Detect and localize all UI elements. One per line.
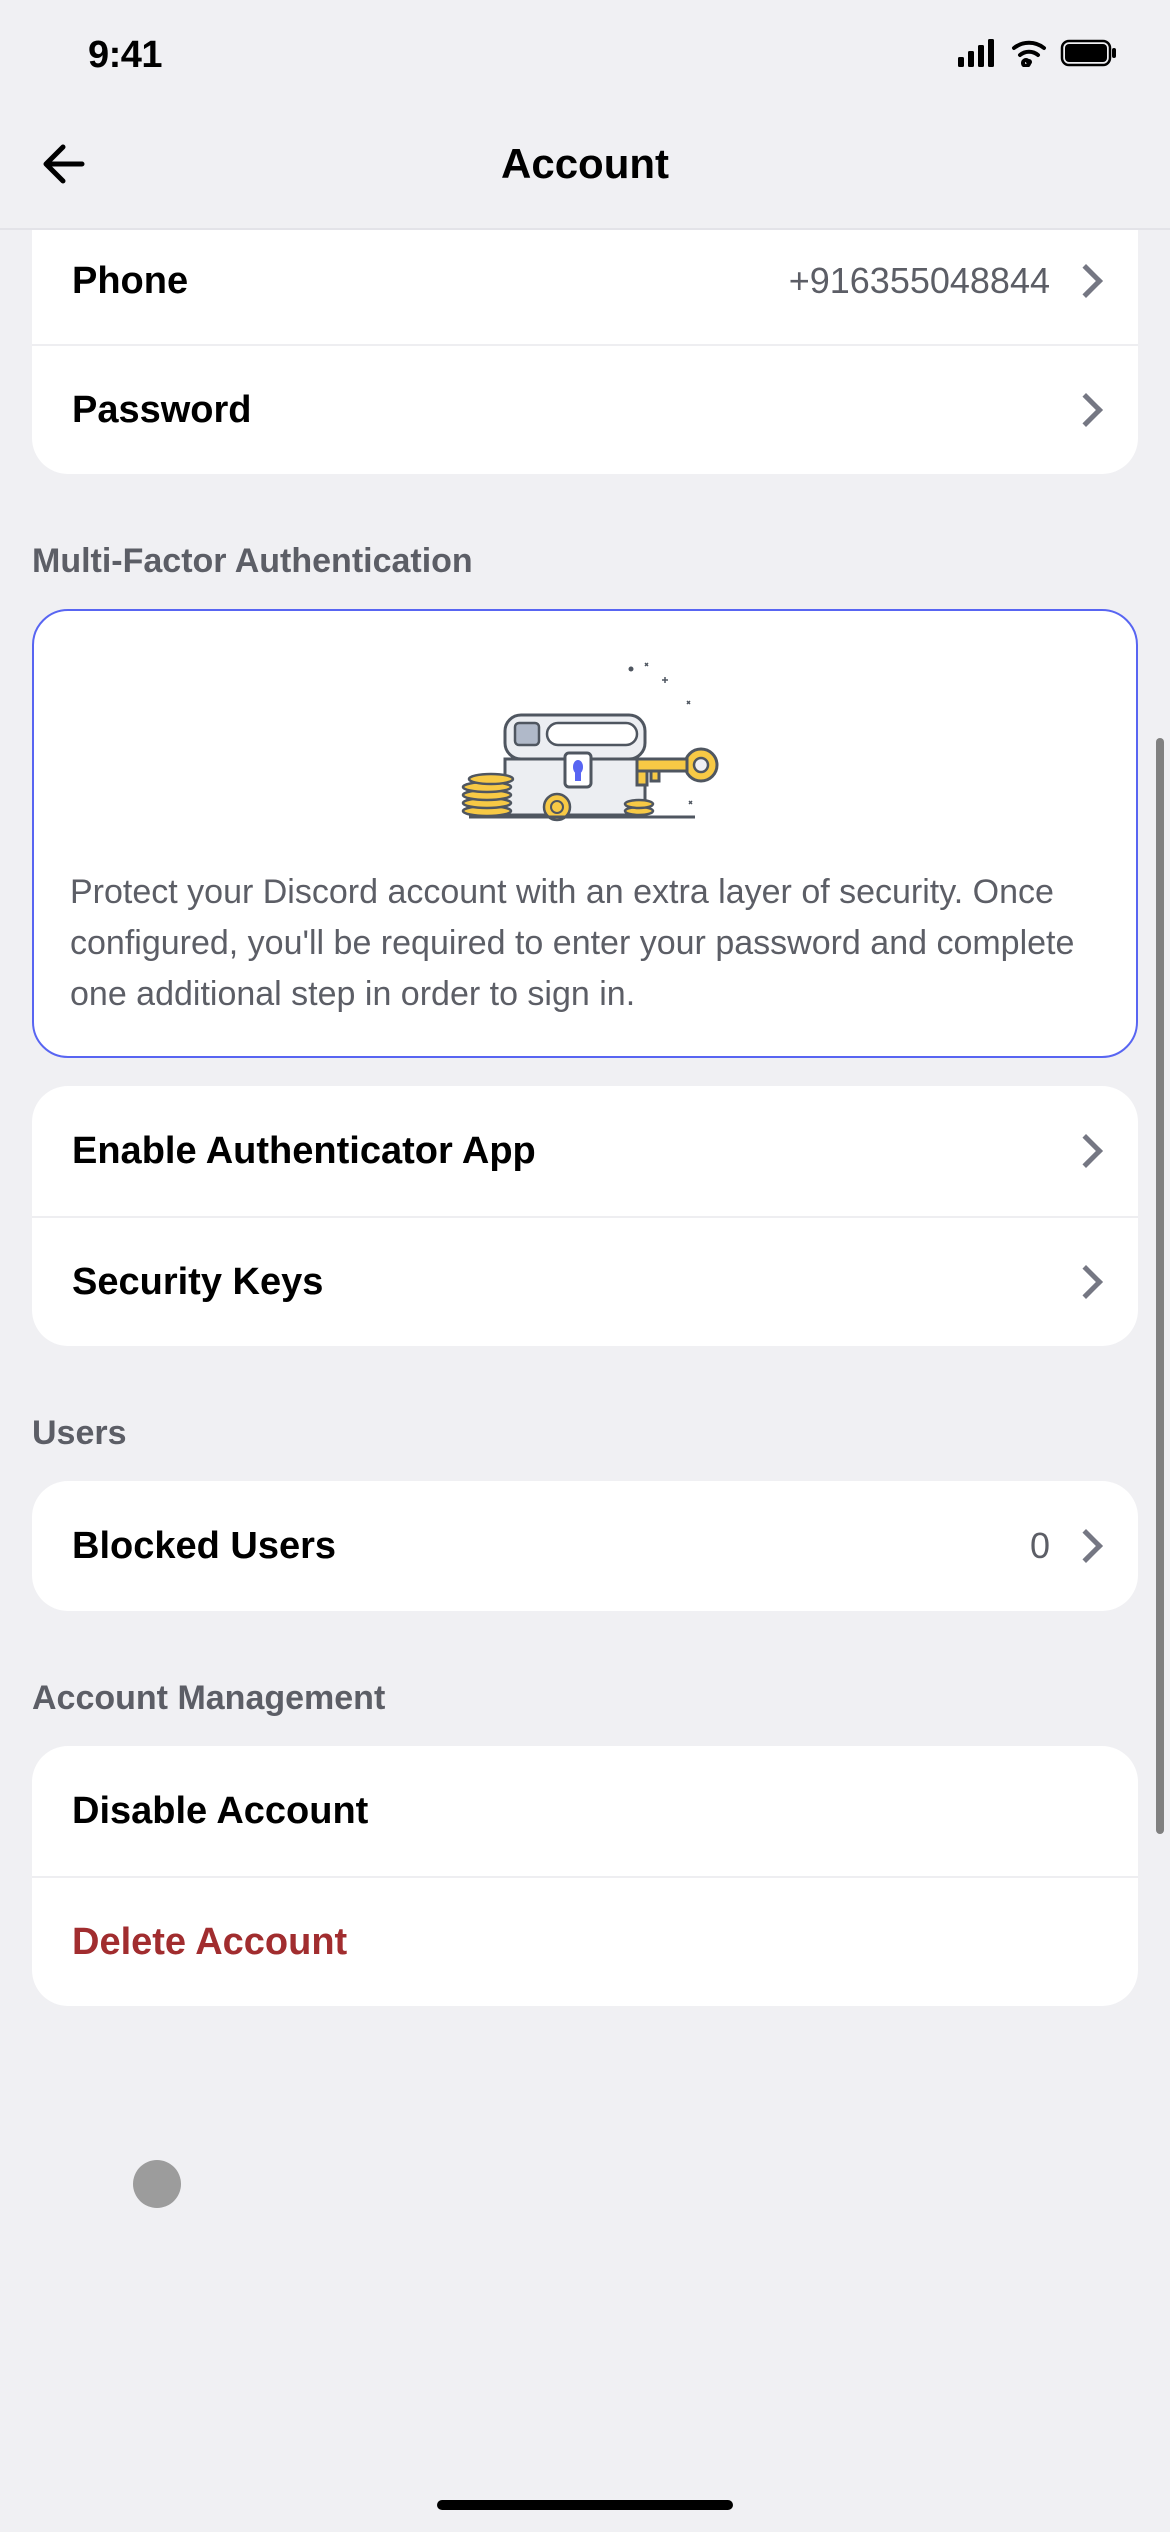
chevron-right-icon: [1069, 393, 1103, 427]
chevron-right-icon: [1069, 1265, 1103, 1299]
touch-indicator: [133, 2160, 181, 2208]
enable-authenticator-row[interactable]: Enable Authenticator App: [32, 1086, 1138, 1216]
blocked-users-label: Blocked Users: [72, 1525, 336, 1568]
disable-account-label: Disable Account: [72, 1790, 368, 1833]
phone-value: +916355048844: [789, 260, 1050, 302]
chevron-right-icon: [1069, 1134, 1103, 1168]
chevron-right-icon: [1069, 1529, 1103, 1563]
security-keys-row[interactable]: Security Keys: [32, 1216, 1138, 1346]
blocked-users-count: 0: [1030, 1525, 1050, 1567]
disable-account-row[interactable]: Disable Account: [32, 1746, 1138, 1876]
mfa-info-card: Protect your Discord account with an ext…: [32, 609, 1138, 1058]
delete-account-label: Delete Account: [72, 1921, 347, 1964]
page-header: Account: [0, 100, 1170, 230]
status-time: 9:41: [88, 34, 162, 77]
enable-auth-label: Enable Authenticator App: [72, 1130, 536, 1173]
wifi-icon: [1010, 39, 1048, 72]
chevron-right-icon: [1069, 264, 1103, 298]
password-label: Password: [72, 389, 252, 432]
phone-row[interactable]: Phone +916355048844: [32, 230, 1138, 344]
mfa-section-header: Multi-Factor Authentication: [32, 542, 1138, 581]
phone-label: Phone: [72, 260, 188, 303]
password-row[interactable]: Password: [32, 344, 1138, 474]
back-button[interactable]: [35, 136, 91, 192]
battery-icon: [1060, 39, 1120, 72]
delete-account-row[interactable]: Delete Account: [32, 1876, 1138, 2006]
arrow-left-icon: [40, 141, 86, 187]
management-group: Disable Account Delete Account: [32, 1746, 1138, 2006]
users-section-header: Users: [32, 1414, 1138, 1453]
management-section-header: Account Management: [32, 1679, 1138, 1718]
status-icons: [958, 39, 1120, 72]
mfa-description: Protect your Discord account with an ext…: [66, 867, 1104, 1020]
mfa-actions-group: Enable Authenticator App Security Keys: [32, 1086, 1138, 1346]
security-keys-label: Security Keys: [72, 1261, 323, 1304]
page-title: Account: [501, 140, 669, 188]
cellular-signal-icon: [958, 39, 998, 72]
blocked-users-row[interactable]: Blocked Users 0: [32, 1481, 1138, 1611]
status-bar: 9:41: [0, 0, 1170, 100]
home-indicator[interactable]: [437, 2500, 733, 2510]
users-group: Blocked Users 0: [32, 1481, 1138, 1611]
account-info-group: Phone +916355048844 Password: [32, 230, 1138, 474]
scroll-indicator: [1156, 738, 1164, 1834]
treasure-chest-illustration: [66, 647, 1104, 867]
